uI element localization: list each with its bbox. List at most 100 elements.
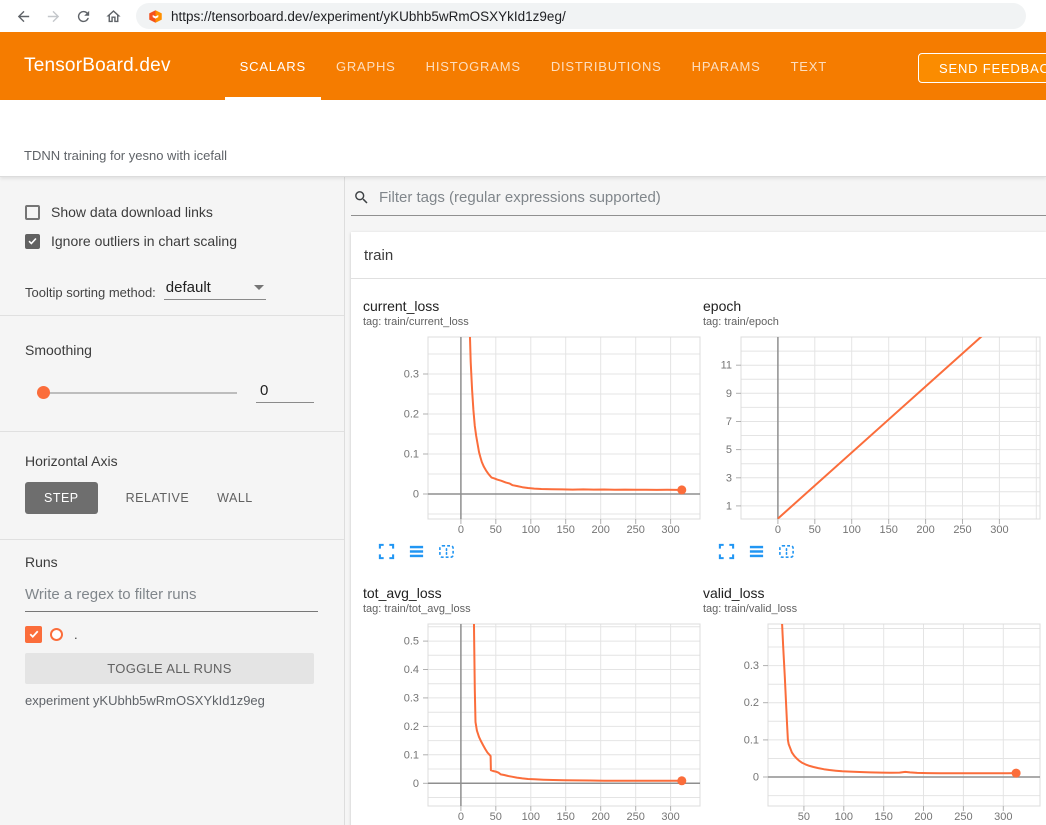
expand-chart-icon[interactable] bbox=[377, 542, 395, 560]
divider bbox=[0, 431, 344, 432]
run-checkbox[interactable] bbox=[25, 626, 42, 643]
show-download-links-checkbox[interactable] bbox=[25, 205, 40, 220]
axis-relative-button[interactable]: RELATIVE bbox=[126, 491, 190, 505]
section-header-train[interactable]: train bbox=[351, 232, 1046, 279]
chart-tag: tag: train/valid_loss bbox=[703, 603, 1043, 616]
tab-scalars[interactable]: SCALARS bbox=[225, 32, 321, 100]
ignore-outliers-row[interactable]: Ignore outliers in chart scaling bbox=[25, 232, 344, 250]
axis-wall-button[interactable]: WALL bbox=[217, 491, 253, 505]
chart-tag: tag: train/tot_avg_loss bbox=[363, 603, 703, 616]
horizontal-axis-label: Horizontal Axis bbox=[25, 453, 344, 469]
svg-text:1: 1 bbox=[726, 500, 732, 512]
train-section-card: train current_loss tag: train/current_lo… bbox=[351, 232, 1046, 825]
check-icon bbox=[27, 235, 38, 247]
log-scale-icon[interactable] bbox=[747, 542, 765, 560]
main-panel: train current_loss tag: train/current_lo… bbox=[345, 177, 1046, 825]
experiment-title: TDNN training for yesno with icefall bbox=[24, 148, 227, 163]
svg-text:50: 50 bbox=[490, 524, 502, 536]
svg-text:100: 100 bbox=[835, 811, 853, 823]
chart-title: current_loss bbox=[363, 298, 703, 315]
axis-step-button[interactable]: STEP bbox=[25, 482, 98, 514]
chart-title: valid_loss bbox=[703, 585, 1043, 602]
check-icon bbox=[28, 628, 40, 640]
tab-hparams[interactable]: HPARAMS bbox=[677, 32, 776, 100]
chart-card-tot-avg-loss: tot_avg_loss tag: train/tot_avg_loss 050… bbox=[363, 566, 703, 825]
svg-text:150: 150 bbox=[880, 524, 898, 536]
smoothing-label: Smoothing bbox=[25, 342, 344, 358]
divider bbox=[0, 315, 344, 316]
svg-text:0.5: 0.5 bbox=[404, 636, 419, 648]
run-color-swatch bbox=[50, 628, 63, 641]
fit-domain-icon[interactable] bbox=[437, 542, 455, 560]
svg-text:50: 50 bbox=[490, 811, 502, 823]
tab-histograms[interactable]: HISTOGRAMS bbox=[411, 32, 536, 100]
back-icon[interactable] bbox=[10, 3, 36, 29]
svg-text:300: 300 bbox=[661, 811, 679, 823]
svg-text:200: 200 bbox=[592, 524, 610, 536]
smoothing-value-field[interactable]: 0 bbox=[256, 382, 314, 403]
line-chart[interactable]: 05010015020025030000.10.20.30.40.5 bbox=[363, 620, 703, 825]
chart-tag: tag: train/epoch bbox=[703, 316, 1043, 329]
run-name: . bbox=[74, 627, 78, 642]
chart-toolbar bbox=[703, 542, 1043, 562]
app-header: TensorBoard.dev SCALARS GRAPHS HISTOGRAM… bbox=[0, 32, 1046, 100]
svg-text:250: 250 bbox=[954, 811, 972, 823]
fit-domain-icon[interactable] bbox=[777, 542, 795, 560]
tab-bar: SCALARS GRAPHS HISTOGRAMS DISTRIBUTIONS … bbox=[225, 32, 842, 100]
expand-chart-icon[interactable] bbox=[717, 542, 735, 560]
svg-text:150: 150 bbox=[557, 524, 575, 536]
experiment-subtitle-band: TDNN training for yesno with icefall bbox=[0, 100, 1046, 177]
address-bar[interactable]: https://tensorboard.dev/experiment/yKUbh… bbox=[136, 3, 1026, 29]
run-row[interactable]: . bbox=[25, 624, 344, 644]
svg-text:0.3: 0.3 bbox=[404, 692, 419, 704]
svg-text:0.4: 0.4 bbox=[404, 664, 419, 676]
ignore-outliers-label: Ignore outliers in chart scaling bbox=[51, 233, 237, 249]
svg-text:250: 250 bbox=[627, 524, 645, 536]
svg-text:200: 200 bbox=[916, 524, 934, 536]
line-chart[interactable]: 05010015020025030000.10.20.3 bbox=[363, 333, 703, 540]
svg-text:300: 300 bbox=[994, 811, 1012, 823]
divider bbox=[0, 539, 344, 540]
home-icon[interactable] bbox=[100, 3, 126, 29]
line-chart[interactable]: 5010015020025030000.10.20.3 bbox=[703, 620, 1043, 825]
toggle-all-runs-button[interactable]: TOGGLE ALL RUNS bbox=[25, 653, 314, 684]
tab-distributions[interactable]: DISTRIBUTIONS bbox=[536, 32, 677, 100]
ignore-outliers-checkbox[interactable] bbox=[25, 234, 40, 249]
tooltip-sorting-value: default bbox=[166, 279, 211, 296]
log-scale-icon[interactable] bbox=[407, 542, 425, 560]
send-feedback-button[interactable]: SEND FEEDBACK bbox=[918, 53, 1046, 83]
reload-icon[interactable] bbox=[70, 3, 96, 29]
svg-text:300: 300 bbox=[990, 524, 1008, 536]
svg-text:100: 100 bbox=[522, 524, 540, 536]
chart-tag: tag: train/current_loss bbox=[363, 316, 703, 329]
tab-graphs[interactable]: GRAPHS bbox=[321, 32, 411, 100]
svg-text:250: 250 bbox=[953, 524, 971, 536]
slider-knob[interactable] bbox=[37, 386, 50, 399]
svg-text:0.2: 0.2 bbox=[404, 721, 419, 733]
svg-text:50: 50 bbox=[809, 524, 821, 536]
browser-toolbar: https://tensorboard.dev/experiment/yKUbh… bbox=[0, 0, 1046, 32]
sidebar: Show data download links Ignore outliers… bbox=[0, 177, 345, 825]
svg-text:7: 7 bbox=[726, 416, 732, 428]
svg-text:250: 250 bbox=[627, 811, 645, 823]
tab-text[interactable]: TEXT bbox=[776, 32, 842, 100]
tooltip-sorting-row: Tooltip sorting method: default bbox=[25, 279, 344, 300]
chart-card-epoch: epoch tag: train/epoch 05010015020025030… bbox=[703, 279, 1043, 562]
filter-tags-input[interactable] bbox=[379, 189, 1046, 206]
runs-filter-input[interactable] bbox=[25, 583, 318, 612]
svg-text:0.2: 0.2 bbox=[404, 409, 419, 421]
horizontal-axis-buttons: STEP RELATIVE WALL bbox=[25, 482, 344, 514]
tooltip-sorting-select[interactable]: default bbox=[164, 279, 266, 300]
line-chart[interactable]: 0501001502002503001357911 bbox=[703, 333, 1043, 540]
svg-text:200: 200 bbox=[914, 811, 932, 823]
svg-text:0: 0 bbox=[458, 811, 464, 823]
show-download-links-label: Show data download links bbox=[51, 204, 213, 220]
show-download-links-row[interactable]: Show data download links bbox=[25, 203, 344, 221]
svg-text:11: 11 bbox=[721, 360, 732, 372]
chart-card-current-loss: current_loss tag: train/current_loss 050… bbox=[363, 279, 703, 562]
smoothing-slider[interactable] bbox=[37, 392, 237, 394]
svg-text:0.3: 0.3 bbox=[744, 660, 759, 672]
svg-text:150: 150 bbox=[557, 811, 575, 823]
tooltip-sorting-label: Tooltip sorting method: bbox=[25, 285, 156, 300]
chevron-down-icon bbox=[254, 285, 264, 290]
